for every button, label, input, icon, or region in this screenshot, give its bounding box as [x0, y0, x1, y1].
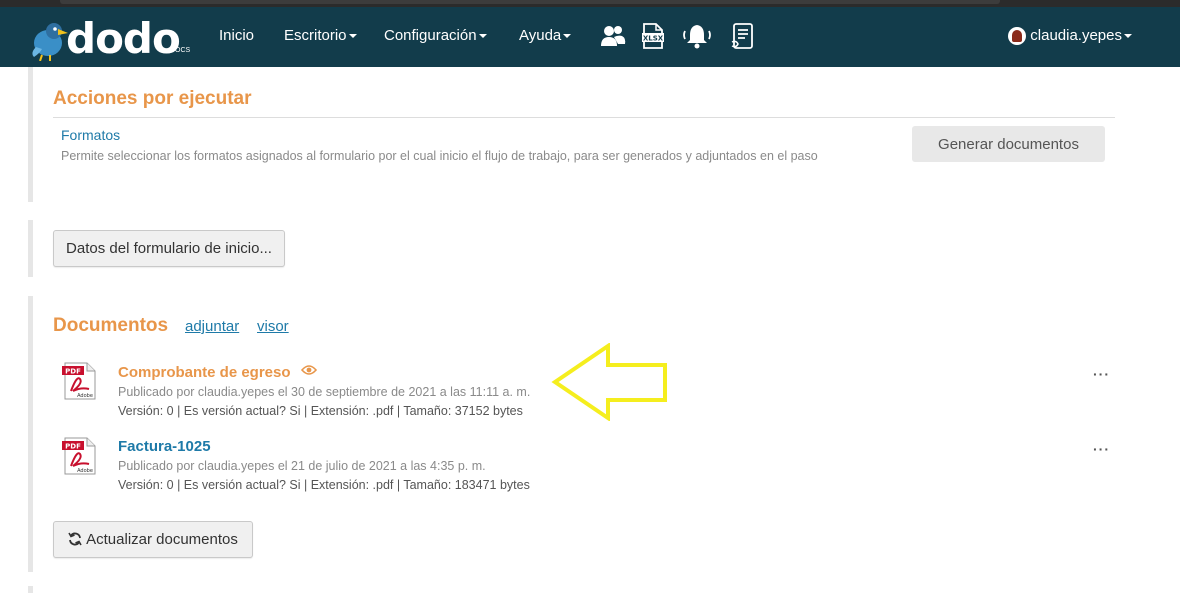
document-list-icon[interactable]	[730, 22, 756, 50]
chevron-down-icon	[563, 34, 572, 39]
dodo-bird-icon	[32, 23, 68, 61]
form-data-button[interactable]: Datos del formulario de inicio...	[53, 230, 285, 267]
document-published: Publicado por claudia.yepes el 21 de jul…	[118, 459, 486, 473]
svg-text:Adobe: Adobe	[77, 468, 93, 474]
next-panel	[28, 586, 1128, 593]
chevron-down-icon	[1124, 34, 1132, 39]
scroll-indicator	[60, 0, 1000, 4]
generate-documents-button[interactable]: Generar documentos	[912, 126, 1105, 162]
logo-subtitle: DOCS	[170, 47, 191, 54]
document-menu-button[interactable]: ···	[1093, 366, 1110, 382]
refresh-documents-button[interactable]: Actualizar documentos	[53, 521, 253, 558]
user-menu[interactable]: claudia.yepes	[1008, 27, 1132, 46]
nav-ayuda[interactable]: Ayuda	[519, 27, 572, 44]
annotation-arrow-icon	[551, 343, 667, 421]
user-name: claudia.yepes	[1030, 27, 1122, 44]
document-title-link[interactable]: Factura-1025	[118, 438, 211, 455]
formatos-link[interactable]: Formatos	[61, 127, 120, 143]
nav-inicio[interactable]: Inicio	[219, 27, 254, 44]
attach-link[interactable]: adjuntar	[185, 318, 239, 335]
nav-escritorio-label: Escritorio	[284, 27, 347, 44]
users-icon[interactable]	[600, 22, 626, 50]
pdf-file-icon: PDF Adobe	[61, 361, 99, 401]
refresh-icon	[68, 532, 82, 546]
bell-icon[interactable]	[682, 22, 712, 50]
nav-configuracion-label: Configuración	[384, 27, 477, 44]
document-title: Comprobante de egreso	[118, 364, 291, 381]
nav-ayuda-label: Ayuda	[519, 27, 562, 44]
chevron-down-icon	[478, 34, 487, 39]
top-navbar: dodo DOCS Inicio Escritorio Configuració…	[0, 7, 1180, 67]
dodo-logo[interactable]: dodo DOCS	[28, 17, 193, 61]
document-meta: Versión: 0 | Es versión actual? Si | Ext…	[118, 478, 530, 492]
chevron-down-icon	[348, 34, 357, 39]
divider	[53, 117, 1115, 118]
nav-configuracion[interactable]: Configuración	[384, 27, 487, 44]
viewer-link[interactable]: visor	[257, 318, 289, 335]
logo-wordmark: dodo	[66, 14, 181, 63]
documents-title: Documentos	[53, 315, 169, 336]
svg-text:XLSX: XLSX	[643, 35, 664, 43]
svg-text:PDF: PDF	[65, 443, 81, 451]
browser-top-strip	[0, 0, 1180, 7]
pdf-file-icon: PDF Adobe	[61, 436, 99, 476]
document-meta: Versión: 0 | Es versión actual? Si | Ext…	[118, 404, 523, 418]
document-published: Publicado por claudia.yepes el 30 de sep…	[118, 385, 531, 399]
xlsx-file-icon[interactable]: XLSX	[640, 22, 666, 50]
document-menu-button[interactable]: ···	[1093, 441, 1110, 457]
nav-escritorio[interactable]: Escritorio	[284, 27, 357, 44]
eye-icon[interactable]	[300, 364, 317, 376]
refresh-label: Actualizar documentos	[86, 531, 238, 548]
svg-text:PDF: PDF	[65, 368, 81, 376]
formatos-description: Permite seleccionar los formatos asignad…	[61, 149, 818, 163]
document-title-link[interactable]: Comprobante de egreso	[118, 364, 317, 381]
nav-inicio-label: Inicio	[219, 27, 255, 44]
svg-text:Adobe: Adobe	[77, 393, 93, 399]
actions-title: Acciones por ejecutar	[53, 88, 252, 109]
avatar	[1008, 27, 1027, 46]
